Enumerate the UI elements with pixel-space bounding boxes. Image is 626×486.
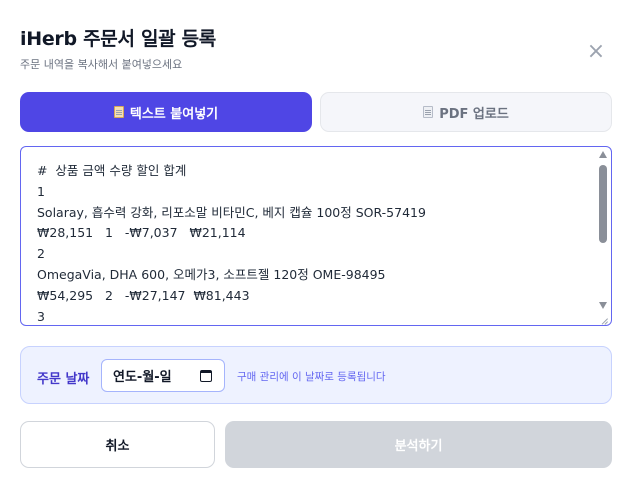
cancel-button[interactable]: 취소 bbox=[20, 421, 215, 468]
document-icon bbox=[423, 106, 434, 118]
clipboard-icon bbox=[113, 106, 124, 118]
scroll-down-arrow-icon[interactable] bbox=[599, 302, 607, 309]
resize-grip-icon[interactable] bbox=[599, 313, 609, 323]
text-line: OmegaVia, DHA 600, 오메가3, 소프트젤 120정 OME-9… bbox=[37, 266, 386, 282]
order-date-placeholder: 연도-월-일 bbox=[113, 370, 172, 385]
tab-pdf-upload-label: PDF 업로드 bbox=[439, 106, 509, 122]
order-date-input[interactable]: 연도-월-일 bbox=[101, 359, 225, 392]
bulk-import-modal: iHerb 주문서 일괄 등록 주문 내역을 복사해서 붙여넣으세요 × 텍스트… bbox=[0, 0, 626, 486]
tab-paste-text-label: 텍스트 붙여넣기 bbox=[129, 106, 219, 122]
modal-title: iHerb 주문서 일괄 등록 bbox=[20, 28, 216, 50]
order-date-hint: 구매 관리에 이 날짜로 등록됩니다 bbox=[237, 371, 386, 383]
modal-subtitle: 주문 내역을 복사해서 붙여넣으세요 bbox=[20, 58, 183, 71]
order-date-label: 주문 날짜 bbox=[37, 372, 90, 387]
scroll-up-arrow-icon[interactable] bbox=[599, 151, 607, 158]
order-text-input[interactable]: # 상품 금액 수량 할인 합계 1 Solaray, 흡수력 강화, 리포소말… bbox=[20, 146, 612, 326]
scrollbar-thumb[interactable] bbox=[599, 165, 607, 243]
order-date-panel: 주문 날짜 연도-월-일 구매 관리에 이 날짜로 등록됩니다 bbox=[20, 346, 612, 404]
text-line: 1 bbox=[37, 183, 45, 199]
close-button[interactable]: × bbox=[584, 40, 608, 64]
calendar-icon[interactable] bbox=[200, 370, 212, 382]
textarea-scrollbar[interactable] bbox=[598, 151, 608, 309]
text-line: Solaray, 흡수력 강화, 리포소말 비타민C, 베지 캡슐 100정 S… bbox=[37, 204, 426, 220]
text-line: ₩28,151 1 -₩7,037 ₩21,114 bbox=[37, 225, 246, 241]
text-line: ₩54,295 2 -₩27,147 ₩81,443 bbox=[37, 287, 250, 303]
text-line: 2 bbox=[37, 246, 45, 262]
analyze-button[interactable]: 분석하기 bbox=[225, 421, 612, 468]
tab-paste-text[interactable]: 텍스트 붙여넣기 bbox=[20, 92, 312, 132]
text-line: # 상품 금액 수량 할인 합계 bbox=[37, 163, 187, 178]
text-line: 3 bbox=[37, 308, 45, 324]
order-text-content: # 상품 금액 수량 할인 합계 1 Solaray, 흡수력 강화, 리포소말… bbox=[37, 161, 591, 325]
tab-pdf-upload[interactable]: PDF 업로드 bbox=[320, 92, 612, 132]
close-icon: × bbox=[586, 39, 606, 64]
